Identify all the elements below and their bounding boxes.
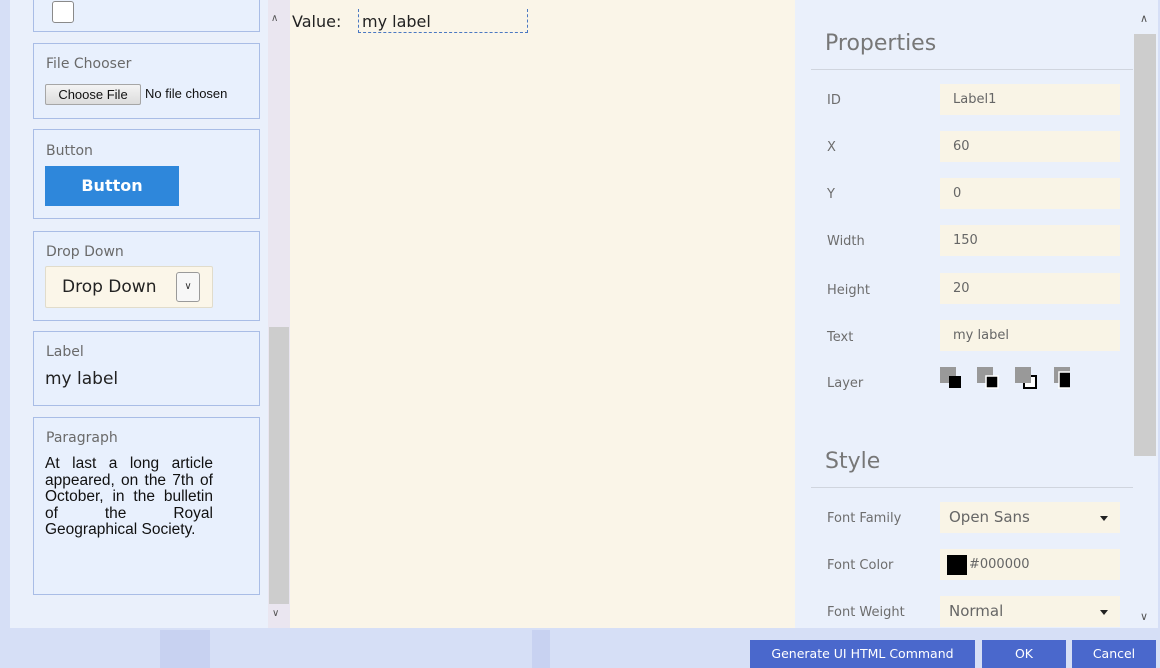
palette-item-title: Label [46,344,84,360]
ok-button[interactable]: OK [982,640,1066,668]
background-artifact [532,630,550,668]
bring-forward-icon[interactable] [1015,367,1037,389]
prop-label-y: Y [827,187,835,202]
prop-field-height[interactable]: 20 [940,273,1120,304]
scroll-up-icon[interactable]: ∧ [1140,12,1148,25]
properties-panel: Properties ID Label1 X 60 Y 0 Width 150 … [795,0,1158,628]
demo-paragraph: At last a long article appeared, on the … [45,455,213,538]
divider [811,69,1140,70]
canvas-value-label: Value: [292,12,342,31]
prop-field-id[interactable]: Label1 [940,84,1120,115]
prop-label-height: Height [827,283,870,298]
selected-label-element[interactable]: my label [358,9,528,33]
component-palette: File Chooser Choose File No file chosen … [10,0,268,628]
font-color-value: #000000 [969,557,1030,572]
palette-item-checkbox[interactable] [33,0,260,32]
palette-item-title: Paragraph [46,430,118,446]
prop-label-x: X [827,140,836,155]
style-label-font-weight: Font Weight [827,605,905,620]
properties-scrollbar-thumb[interactable] [1134,34,1156,456]
palette-item-title: Drop Down [46,244,124,260]
style-label-font-family: Font Family [827,511,902,526]
font-color-field[interactable]: #000000 [940,549,1120,580]
divider [811,487,1140,488]
bring-to-front-icon[interactable] [1054,367,1076,389]
dropdown-value: Drop Down [62,277,157,297]
demo-button[interactable]: Button [45,166,179,206]
font-family-select[interactable]: Open Sans [940,502,1120,533]
send-to-back-icon[interactable] [940,367,961,388]
palette-item-label[interactable]: Label my label [33,331,260,406]
prop-label-text: Text [827,330,854,345]
file-status-text: No file chosen [145,86,228,101]
ui-builder-dialog: File Chooser Choose File No file chosen … [10,0,1158,628]
background-artifact [160,630,210,668]
font-family-value: Open Sans [949,508,1030,526]
palette-scrollbar-thumb[interactable] [269,327,289,604]
choose-file-button[interactable]: Choose File [45,84,141,105]
cancel-button[interactable]: Cancel [1072,640,1156,668]
prop-field-x[interactable]: 60 [940,131,1120,162]
font-weight-value: Normal [949,602,1004,620]
send-backward-icon[interactable] [977,367,999,389]
demo-label: my label [45,369,119,389]
scroll-down-icon[interactable]: ∨ [1140,610,1148,623]
checkbox-icon [52,1,74,23]
prop-label-width: Width [827,234,865,249]
prop-field-width[interactable]: 150 [940,225,1120,256]
prop-field-y[interactable]: 0 [940,178,1120,209]
scroll-up-icon[interactable]: ∧ [271,13,278,24]
prop-label-layer: Layer [827,376,864,391]
caret-down-icon [1100,610,1108,615]
scroll-down-icon[interactable]: ∨ [272,608,279,619]
prop-label-id: ID [827,93,841,108]
style-label-font-color: Font Color [827,558,894,573]
palette-item-button[interactable]: Button Button [33,129,260,219]
palette-item-dropdown[interactable]: Drop Down Drop Down ∨ [33,231,260,321]
style-title: Style [825,449,881,474]
properties-title: Properties [825,31,937,56]
chevron-down-icon[interactable]: ∨ [176,272,200,302]
layer-controls [940,367,1076,399]
palette-item-file-chooser[interactable]: File Chooser Choose File No file chosen [33,43,260,119]
font-weight-select[interactable]: Normal [940,596,1120,627]
design-canvas[interactable]: Value: my label [290,0,795,628]
palette-item-title: File Chooser [46,56,132,72]
palette-item-title: Button [46,143,93,159]
generate-ui-html-command-button[interactable]: Generate UI HTML Command [750,640,975,668]
palette-item-paragraph[interactable]: Paragraph At last a long article appeare… [33,417,260,595]
demo-dropdown[interactable]: Drop Down ∨ [45,266,213,308]
prop-field-text[interactable]: my label [940,320,1120,351]
color-swatch[interactable] [947,554,967,575]
caret-down-icon [1100,516,1108,521]
